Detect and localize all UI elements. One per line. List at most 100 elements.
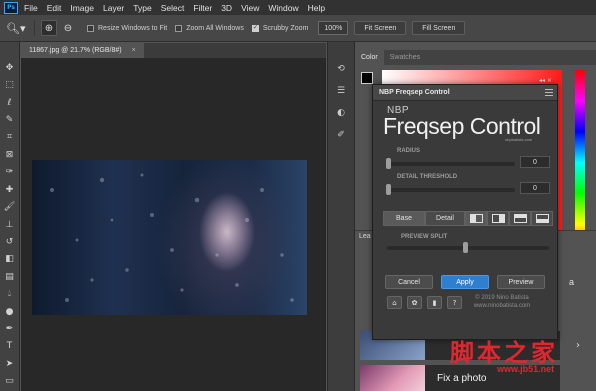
apply-button[interactable]: Apply [441,275,489,289]
split-bottom-icon [535,214,549,223]
split-top-icon [513,214,527,223]
preview-split-slider[interactable] [387,242,549,253]
checkbox-box[interactable] [175,24,183,32]
watermark-url: www.jb51.net [497,364,555,374]
slider-thumb[interactable] [463,242,468,253]
menu-bar: Ps File Edit Image Layer Type Select Fil… [0,0,596,15]
radius-label: RADIUS [397,148,421,154]
hue-slider[interactable] [575,70,585,255]
zoom-value-field[interactable]: 100% [318,21,349,35]
brush-settings-icon[interactable]: ✐ [333,128,349,142]
healing-brush-tool-icon[interactable]: ✚ [3,182,17,197]
scrubby-zoom-label: Scrubby Zoom [262,24,309,32]
menu-image[interactable]: Image [70,3,94,13]
document-tab-bar: 11867.jpg @ 21.7% (RGB/8#) × [21,43,326,58]
marquee-tool-icon[interactable]: ⬚ [3,77,17,92]
history-icon[interactable]: ⟲ [333,62,349,76]
path-select-tool-icon[interactable]: ➤ [3,356,17,371]
detail-threshold-value[interactable]: 0 [520,182,550,194]
zoom-tool-preset-icon[interactable]: 🔍︎▾ [6,20,28,36]
clone-stamp-tool-icon[interactable]: ⊥ [3,217,17,232]
view-right-split-button[interactable] [487,211,509,226]
menu-window[interactable]: Window [268,3,298,13]
zoom-all-windows-checkbox[interactable]: Zoom All Windows [175,24,244,32]
dodge-tool-icon[interactable]: ● [3,304,17,319]
zoom-in-icon[interactable]: ⊕ [41,20,57,36]
view-top-split-button[interactable] [509,211,531,226]
document-image[interactable] [32,160,307,315]
tools-panel: ✥ ⬚ ℓ ✎ ⌗ ⊠ ✑ ✚ 🖌︎ ⊥ ↺ ◧ ▤ 💧︎ ● ✒ T ➤ ▭ [0,42,20,391]
menu-file[interactable]: File [24,3,38,13]
split-right-icon [491,214,505,223]
menu-filter[interactable]: Filter [193,3,212,13]
radius-slider[interactable] [386,158,515,169]
watermark-logo: 脚本之家 [450,339,558,367]
document-tab-title: 11867.jpg @ 21.7% (RGB/8#) [29,47,122,54]
lasso-tool-icon[interactable]: ℓ [3,95,17,110]
base-button[interactable]: Base [383,211,425,226]
eyedropper-tool-icon[interactable]: ✑ [3,165,17,180]
plugin-title-bar[interactable]: NBP Freqsep Control [373,85,557,101]
detail-threshold-label: DETAIL THRESHOLD [397,174,458,180]
slider-thumb[interactable] [386,158,391,169]
collapsed-panels-strip: ⟲ ☰ ◐ ✐ [327,42,355,391]
divider [34,20,35,36]
quick-select-tool-icon[interactable]: ✎ [3,112,17,127]
tab-swatches[interactable]: Swatches [384,50,426,65]
detail-threshold-slider[interactable] [386,184,515,195]
color-panel-tabs: Color Swatches [355,50,596,65]
brand-subtitle: nbpbatista.com [505,137,533,142]
tab-learn[interactable]: Lea [359,233,371,240]
preview-button[interactable]: Preview [497,275,545,289]
shape-tool-icon[interactable]: ▭ [3,374,17,389]
menu-select[interactable]: Select [161,3,185,13]
document-tab[interactable]: 11867.jpg @ 21.7% (RGB/8#) × [21,43,144,58]
detail-button[interactable]: Detail [425,211,465,226]
rain-drops-overlay [50,173,294,302]
settings-icon[interactable]: ✿ [407,296,422,309]
view-left-split-button[interactable] [465,211,487,226]
pen-tool-icon[interactable]: ✒ [3,321,17,336]
cancel-button[interactable]: Cancel [385,275,433,289]
menu-edit[interactable]: Edit [47,3,62,13]
radius-value[interactable]: 0 [520,156,550,168]
adjustments-icon[interactable]: ◐ [333,106,349,120]
type-tool-icon[interactable]: T [3,339,17,354]
chevron-right-icon[interactable]: › [576,340,580,351]
options-bar: 🔍︎▾ ⊕ ⊖ Resize Windows to Fit Zoom All W… [0,15,596,42]
collapse-panel-icon[interactable]: ◂◂ × [539,77,552,84]
resize-windows-checkbox[interactable]: Resize Windows to Fit [87,24,167,32]
checkbox-box[interactable] [87,24,94,32]
blur-tool-icon[interactable]: 💧︎ [3,286,17,301]
gradient-tool-icon[interactable]: ▤ [3,269,17,284]
tab-color[interactable]: Color [355,50,384,65]
checkbox-box[interactable] [251,24,259,32]
fit-screen-button[interactable]: Fit Screen [354,21,407,35]
foreground-color-swatch[interactable] [361,72,373,84]
menu-layer[interactable]: Layer [103,3,124,13]
document-icon[interactable]: ▮ [427,296,442,309]
frame-tool-icon[interactable]: ⊠ [3,147,17,162]
history-brush-tool-icon[interactable]: ↺ [3,234,17,249]
copyright-url: www.ninobatista.com [473,303,531,309]
properties-icon[interactable]: ☰ [333,84,349,98]
eraser-tool-icon[interactable]: ◧ [3,252,17,267]
panel-menu-icon[interactable] [545,89,553,96]
fill-screen-button[interactable]: Fill Screen [412,21,466,35]
crop-tool-icon[interactable]: ⌗ [3,130,17,145]
view-bottom-split-button[interactable] [531,211,553,226]
menu-3d[interactable]: 3D [221,3,232,13]
learn-panel-text: a [569,277,575,287]
tutorial-thumbnail [360,365,425,391]
move-tool-icon[interactable]: ✥ [3,60,17,75]
scrubby-zoom-checkbox[interactable]: Scrubby Zoom [251,24,309,32]
home-icon[interactable]: ⌂ [387,296,402,309]
close-tab-icon[interactable]: × [132,47,136,54]
menu-help[interactable]: Help [308,3,325,13]
menu-type[interactable]: Type [133,3,151,13]
brush-tool-icon[interactable]: 🖌︎ [3,199,17,214]
zoom-all-label: Zoom All Windows [186,24,244,32]
slider-thumb[interactable] [386,184,391,195]
zoom-out-icon[interactable]: ⊖ [60,20,76,36]
menu-view[interactable]: View [241,3,259,13]
